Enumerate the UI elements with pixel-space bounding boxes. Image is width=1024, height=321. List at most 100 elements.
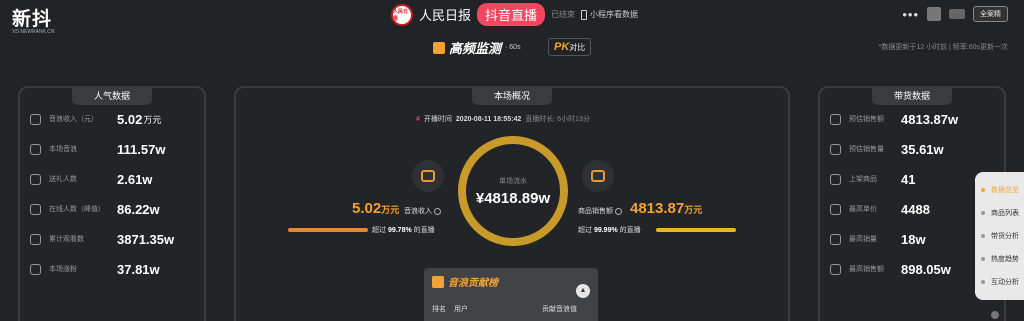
anchor-name[interactable]: 人民日报 (419, 5, 471, 24)
stat-label: 在线人数（峰值） (49, 206, 105, 213)
beat-suffix: 的直播 (619, 227, 641, 234)
shop-icon (830, 173, 841, 185)
stat-value: 4813.87w (901, 111, 959, 127)
ring-value: ¥4818.89w (475, 189, 551, 207)
nav-item-heat-trend[interactable]: 热度趋势 (981, 247, 1024, 270)
duration: 直播时长: 6小时13分 (525, 116, 590, 123)
pk-compare-button[interactable]: PK对比 (548, 38, 592, 56)
trophy-icon (432, 275, 444, 288)
help-icon[interactable] (614, 207, 622, 215)
sound-wave-icon (412, 160, 444, 192)
stat-label: 预估销售量 (849, 146, 884, 153)
anchor-avatar[interactable]: 人民日报 (391, 3, 413, 26)
nav-item-overview[interactable]: 数据总览 (981, 178, 1024, 201)
stat-value: 41 (901, 171, 916, 187)
stat-value: 37.81w (117, 261, 160, 277)
stat-label: 本场涨粉 (49, 266, 77, 273)
nav-label: 带货分析 (991, 232, 1019, 240)
nav-dot (981, 256, 985, 261)
pk-label: PK (554, 41, 570, 53)
heart-icon (30, 263, 41, 275)
section-nav: 数据总览 商品列表 带货分析 热度趋势 互动分析 (975, 172, 1024, 300)
left-metric-caption: 音浪收入 (404, 206, 441, 216)
monitor-interval: · 60s (505, 44, 521, 51)
stat-label: 送礼人数 (49, 176, 77, 183)
rank-title-text: 音浪贡献榜 (448, 278, 498, 289)
vip-button[interactable]: 全案精 (973, 6, 1008, 22)
beat-pct: 99.99% (593, 227, 618, 234)
popularity-panel: 人气数据 音浪收入（元） 5.02 万元 本场音浪 111.57w 送礼人数 2… (18, 86, 206, 321)
high-frequency-monitor[interactable]: 高频监测 · 60s (433, 38, 521, 57)
stat-label: 最高销量 (849, 236, 877, 243)
nav-label: 商品列表 (991, 209, 1019, 217)
help-icon[interactable] (433, 207, 441, 215)
beat-prefix: 超过 (578, 227, 592, 234)
bar-chart-icon (830, 143, 841, 155)
shop-icon (582, 160, 614, 192)
nav-label: 互动分析 (991, 278, 1019, 286)
start-time-value: 2020-08-11 18:55:42 (455, 115, 522, 123)
stat-value: 5.02 (117, 111, 143, 127)
trend-icon (830, 233, 841, 245)
stat-value: 35.61w (901, 141, 944, 157)
right-metric-caption: 商品销售额 (578, 206, 622, 216)
metric-unit: 万元 (381, 205, 400, 215)
live-status: 已结束 (551, 10, 576, 19)
user-area: ••• 全案精 (902, 6, 1008, 22)
update-note: *数据更新于12 小时前 | 频率:60s更新一次 (878, 44, 1008, 51)
collapse-up-icon[interactable]: ▲ (576, 284, 590, 298)
stat-label: 最高单价 (849, 206, 877, 213)
stat-row: 累计观看数 3871.35w (30, 226, 200, 252)
stat-row: 送礼人数 2.61w (30, 166, 200, 192)
brand-logo[interactable]: 新抖 XD.NEWRANK.CN (12, 4, 55, 35)
nav-dot (981, 210, 985, 215)
mini-program-link[interactable]: 小程序看数据 (581, 9, 638, 20)
waveform-icon (30, 143, 41, 155)
left-metric-bar (288, 228, 368, 232)
play-icon (30, 233, 41, 245)
right-metric-beat: 超过 99.99% 的直播 (578, 225, 641, 235)
pk-sub-label: 对比 (569, 43, 586, 52)
nav-dot (981, 279, 985, 284)
more-icon[interactable]: ••• (902, 7, 919, 22)
stat-row: 本场涨粉 37.81w (30, 256, 200, 282)
nav-dot (981, 187, 985, 192)
right-metric-value: 4813.87万元 (630, 200, 702, 217)
stat-value: 86.22w (117, 201, 160, 217)
rank-table-header: 排名 用户 贡献音浪值 (432, 304, 592, 314)
nav-item-products[interactable]: 商品列表 (981, 201, 1024, 224)
caption-text: 商品销售额 (578, 208, 613, 215)
revenue-ring: 单场流水 ¥4818.89w (458, 136, 568, 246)
stat-value: 111.57w (117, 141, 166, 157)
yen-icon (830, 203, 841, 215)
nav-item-sales-analysis[interactable]: 带货分析 (981, 224, 1024, 247)
start-time-line: # 开播时间 2020-08-11 18:55:42 直播时长: 6小时13分 (416, 114, 590, 124)
monitor-title: 高频监测 (449, 41, 502, 56)
stat-unit: 万元 (143, 114, 162, 125)
left-metric-value: 5.02万元 (352, 200, 399, 217)
start-time-label: 开播时间 (423, 116, 452, 123)
stat-label: 累计观看数 (49, 236, 84, 243)
mini-program-label: 小程序看数据 (590, 10, 639, 19)
user-avatar[interactable] (927, 7, 941, 21)
col-user: 用户 (454, 306, 468, 313)
stat-row: 在线人数（峰值） 86.22w (30, 196, 200, 222)
col-value: 贡献音浪值 (542, 306, 577, 313)
stat-label: 本场音浪 (49, 146, 77, 153)
sound-wave-icon-shape (421, 170, 435, 182)
stat-label: 最高销售额 (849, 266, 884, 273)
panel-title: 人气数据 (71, 86, 153, 105)
nav-item-interaction[interactable]: 互动分析 (981, 270, 1024, 293)
monitor-icon (433, 41, 445, 54)
panel-title: 本场概况 (471, 86, 553, 105)
scroll-indicator[interactable] (991, 311, 999, 319)
stat-row: 预估销售额 4813.87w (830, 106, 1000, 132)
beat-suffix: 的直播 (413, 227, 435, 234)
avatar-text: 人民日报 (393, 8, 409, 22)
metric-unit: 万元 (684, 205, 703, 215)
stat-value: 3871.35w (117, 231, 175, 247)
stat-row: 本场音浪 111.57w (30, 136, 200, 162)
coins-icon (30, 113, 41, 125)
user-name-blurred (949, 9, 965, 19)
users-icon (30, 203, 41, 215)
